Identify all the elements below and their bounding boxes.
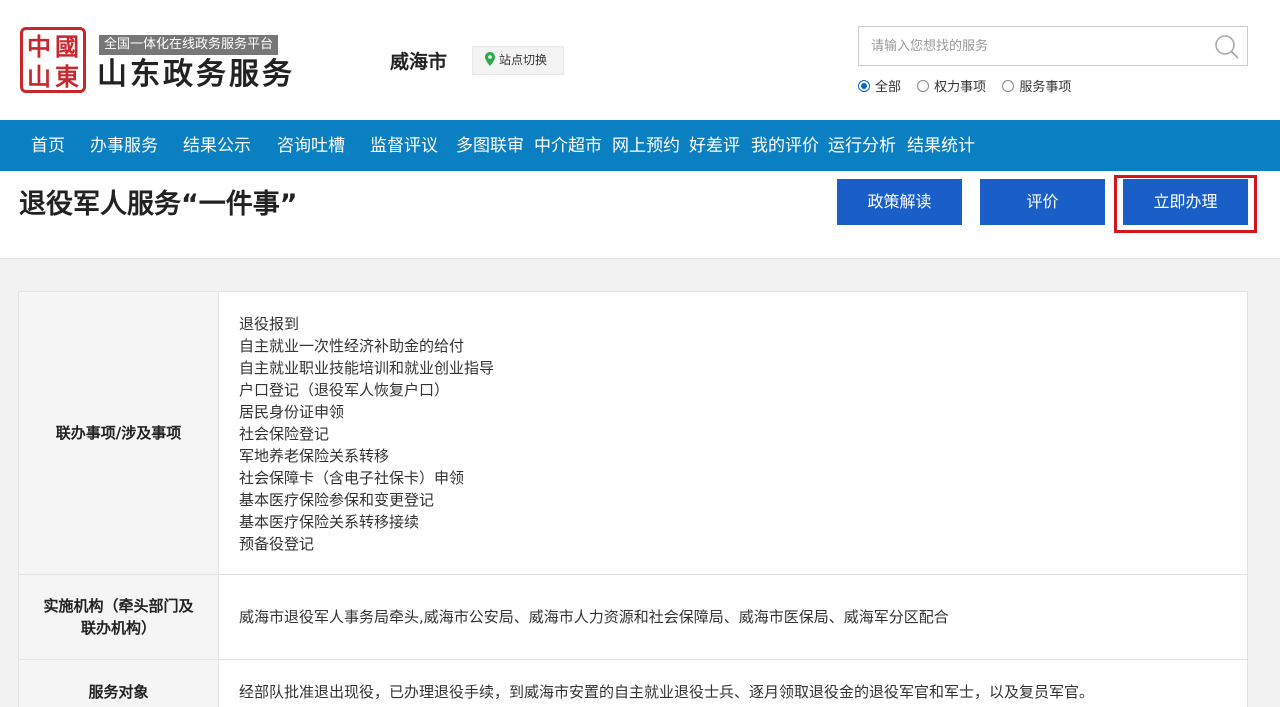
list-item: 社会保险登记 bbox=[239, 425, 330, 443]
nav-item-joint-review[interactable]: 多图联审 bbox=[456, 120, 524, 171]
seal-char: 中 bbox=[27, 32, 51, 61]
logo-title[interactable]: 山东政务服务 bbox=[97, 56, 295, 94]
filter-service-radio[interactable]: 服务事项 bbox=[1002, 79, 1071, 97]
policy-interpretation-button[interactable]: 政策解读 bbox=[837, 179, 962, 225]
list-item: 军地养老保险关系转移 bbox=[239, 447, 390, 465]
list-item: 居民身份证申领 bbox=[239, 403, 345, 421]
nav-item-agency-market[interactable]: 中介超市 bbox=[534, 120, 602, 171]
service-info-table: 联办事项/涉及事项 退役报到 自主就业一次性经济补助金的给付 自主就业职业技能培… bbox=[18, 291, 1248, 707]
title-bar: 退役军人服务“一件事” 政策解读 评价 立即办理 bbox=[0, 171, 1280, 259]
list-item: 社会保障卡（含电子社保卡）申领 bbox=[239, 469, 465, 487]
table-row: 服务对象 经部队批准退出现役，已办理退役手续，到威海市安置的自主就业退役士兵、逐… bbox=[19, 660, 1247, 707]
service-target-value: 经部队批准退出现役，已办理退役手续，到威海市安置的自主就业退役士兵、逐月领取退役… bbox=[239, 683, 1095, 701]
seal-char: 國 bbox=[55, 32, 79, 61]
search-box bbox=[858, 26, 1248, 66]
list-item: 基本医疗保险关系转移接续 bbox=[239, 513, 420, 531]
main-nav: 首页 办事服务 结果公示 咨询吐槽 监督评议 多图联审 中介超市 网上预约 好差… bbox=[0, 120, 1280, 171]
search-scope-filters: 全部 权力事项 服务事项 bbox=[858, 79, 1083, 97]
list-item: 基本医疗保险参保和变更登记 bbox=[239, 491, 435, 509]
seal-char: 山 bbox=[27, 62, 51, 91]
list-item: 退役报到 bbox=[239, 315, 300, 333]
nav-item-home[interactable]: 首页 bbox=[31, 120, 65, 171]
filter-all-radio[interactable]: 全部 bbox=[858, 79, 901, 97]
nav-item-my-rating[interactable]: 我的评价 bbox=[751, 120, 819, 171]
radio-unchecked-icon bbox=[1002, 80, 1015, 92]
involved-items-list: 退役报到 自主就业一次性经济补助金的给付 自主就业职业技能培训和就业创业指导 户… bbox=[219, 292, 1247, 574]
search-input[interactable] bbox=[859, 27, 1199, 65]
filter-label: 服务事项 bbox=[1019, 80, 1072, 95]
row-label: 实施机构（牵头部门及联办机构） bbox=[19, 575, 219, 659]
list-item: 自主就业一次性经济补助金的给付 bbox=[239, 337, 465, 355]
search-button[interactable] bbox=[1213, 33, 1241, 61]
logo-seal-icon[interactable]: 中 國 山 東 bbox=[20, 27, 86, 93]
nav-item-results[interactable]: 结果公示 bbox=[183, 120, 251, 171]
nav-item-appointment[interactable]: 网上预约 bbox=[612, 120, 680, 171]
apply-now-button[interactable]: 立即办理 bbox=[1123, 179, 1248, 225]
nav-item-services[interactable]: 办事服务 bbox=[90, 120, 158, 171]
nav-item-rating[interactable]: 好差评 bbox=[689, 120, 740, 171]
site-switch-label: 站点切换 bbox=[499, 53, 548, 67]
list-item: 户口登记（退役军人恢复户口） bbox=[239, 381, 450, 399]
nav-item-consult[interactable]: 咨询吐槽 bbox=[277, 120, 345, 171]
logo-subtitle: 全国一体化在线政务服务平台 bbox=[99, 35, 279, 55]
row-label: 联办事项/涉及事项 bbox=[19, 292, 219, 574]
site-switch-button[interactable]: 站点切换 bbox=[472, 46, 564, 75]
filter-label: 权力事项 bbox=[934, 80, 987, 95]
search-icon bbox=[1215, 35, 1239, 59]
evaluate-button[interactable]: 评价 bbox=[980, 179, 1105, 225]
location-pin-icon bbox=[485, 52, 495, 66]
implementing-agency-value: 威海市退役军人事务局牵头,威海市公安局、威海市人力资源和社会保障局、威海市医保局… bbox=[239, 608, 949, 626]
table-row: 实施机构（牵头部门及联办机构） 威海市退役军人事务局牵头,威海市公安局、威海市人… bbox=[19, 575, 1247, 660]
row-label: 服务对象 bbox=[19, 660, 219, 707]
list-item: 自主就业职业技能培训和就业创业指导 bbox=[239, 359, 495, 377]
nav-item-analysis[interactable]: 运行分析 bbox=[828, 120, 896, 171]
seal-char: 東 bbox=[55, 62, 79, 91]
filter-power-radio[interactable]: 权力事项 bbox=[917, 79, 986, 97]
nav-item-statistics[interactable]: 结果统计 bbox=[907, 120, 975, 171]
list-item: 预备役登记 bbox=[239, 535, 315, 553]
filter-label: 全部 bbox=[875, 80, 902, 95]
current-city: 威海市 bbox=[390, 51, 448, 73]
site-header: 中 國 山 東 全国一体化在线政务服务平台 山东政务服务 威海市 站点切换 全部… bbox=[0, 0, 1280, 120]
table-row: 联办事项/涉及事项 退役报到 自主就业一次性经济补助金的给付 自主就业职业技能培… bbox=[19, 292, 1247, 575]
page-title: 退役军人服务“一件事” bbox=[19, 189, 298, 220]
radio-unchecked-icon bbox=[917, 80, 930, 92]
radio-checked-icon bbox=[858, 80, 870, 92]
nav-item-supervision[interactable]: 监督评议 bbox=[370, 120, 438, 171]
